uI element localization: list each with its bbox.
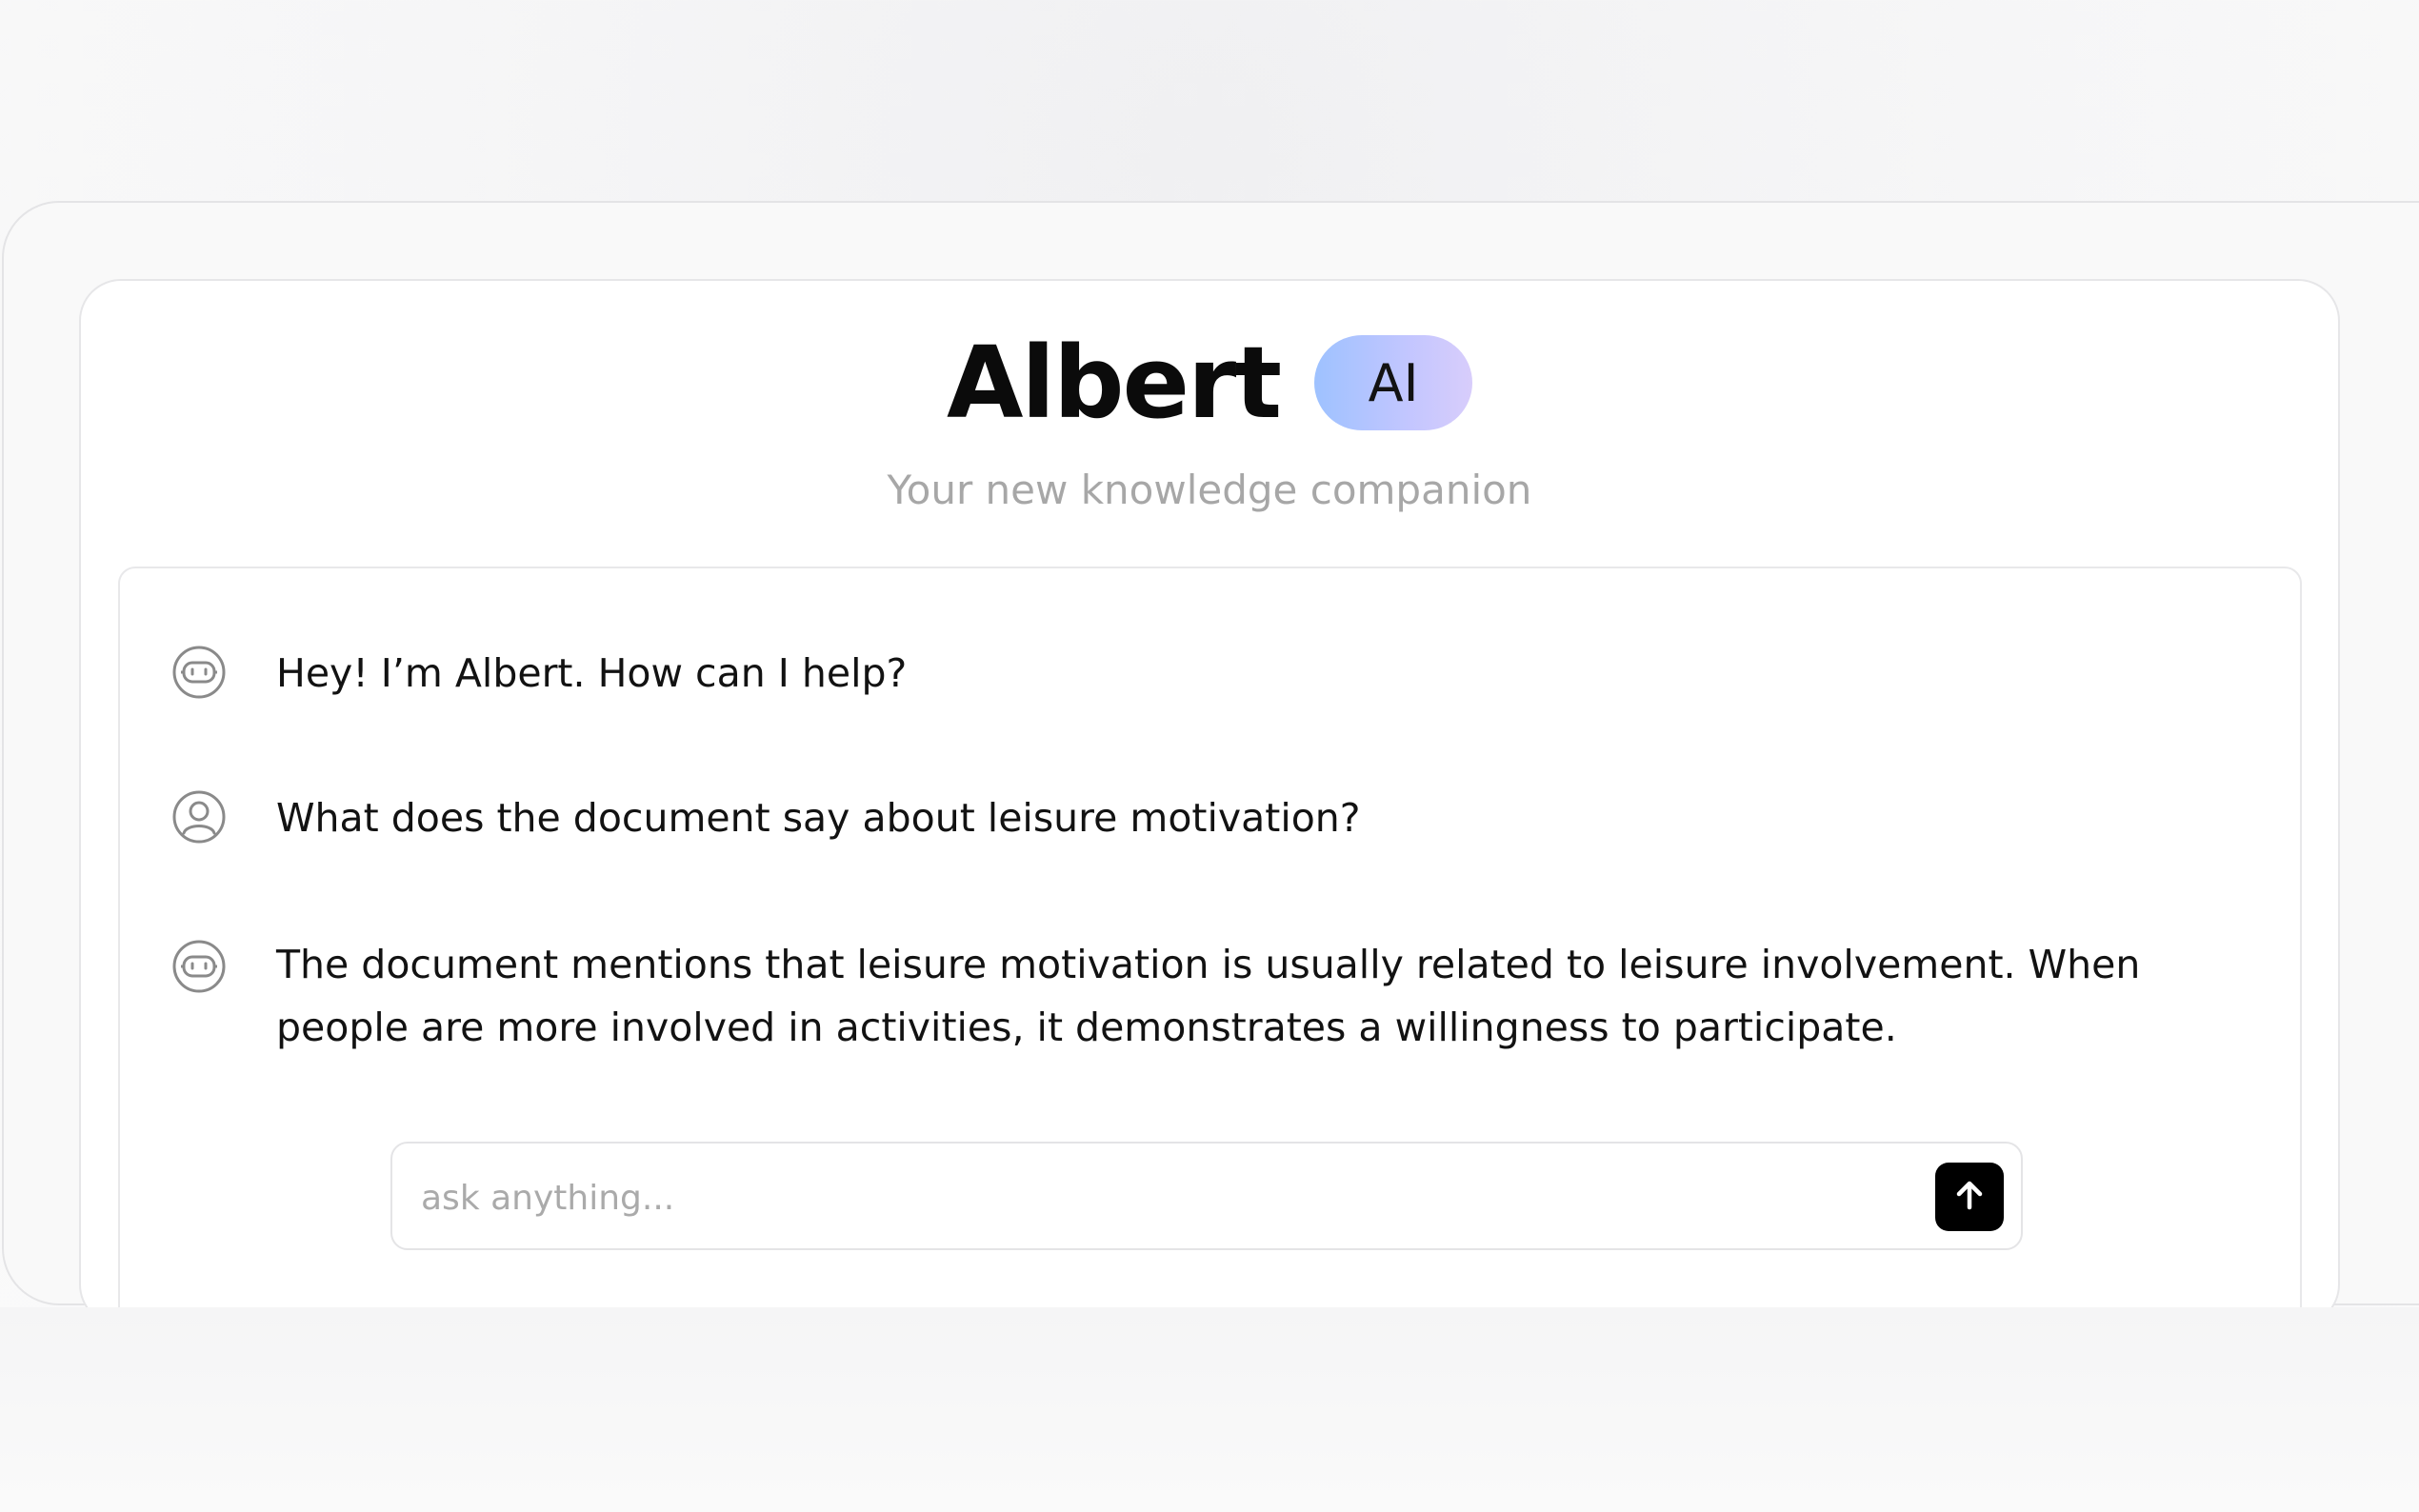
ai-badge: AI — [1314, 335, 1473, 430]
message-text: What does the document say about leisure… — [276, 795, 1361, 841]
app-subtitle: Your new knowledge companion — [887, 467, 1532, 513]
message-text: The document mentions that leisure motiv… — [276, 942, 2141, 1050]
robot-face-icon — [171, 645, 227, 700]
send-button[interactable] — [1935, 1163, 2004, 1231]
robot-face-icon — [171, 939, 227, 994]
ask-input[interactable] — [419, 1166, 1909, 1229]
bottom-backdrop — [0, 1307, 2419, 1512]
user-avatar-icon — [171, 789, 227, 845]
header: Albert AI — [0, 333, 2419, 432]
chat-input-box — [390, 1142, 2023, 1250]
app-title: Albert — [946, 325, 1282, 441]
message-text: Hey! I’m Albert. How can I help? — [276, 650, 908, 696]
arrow-up-icon — [1950, 1176, 1989, 1219]
